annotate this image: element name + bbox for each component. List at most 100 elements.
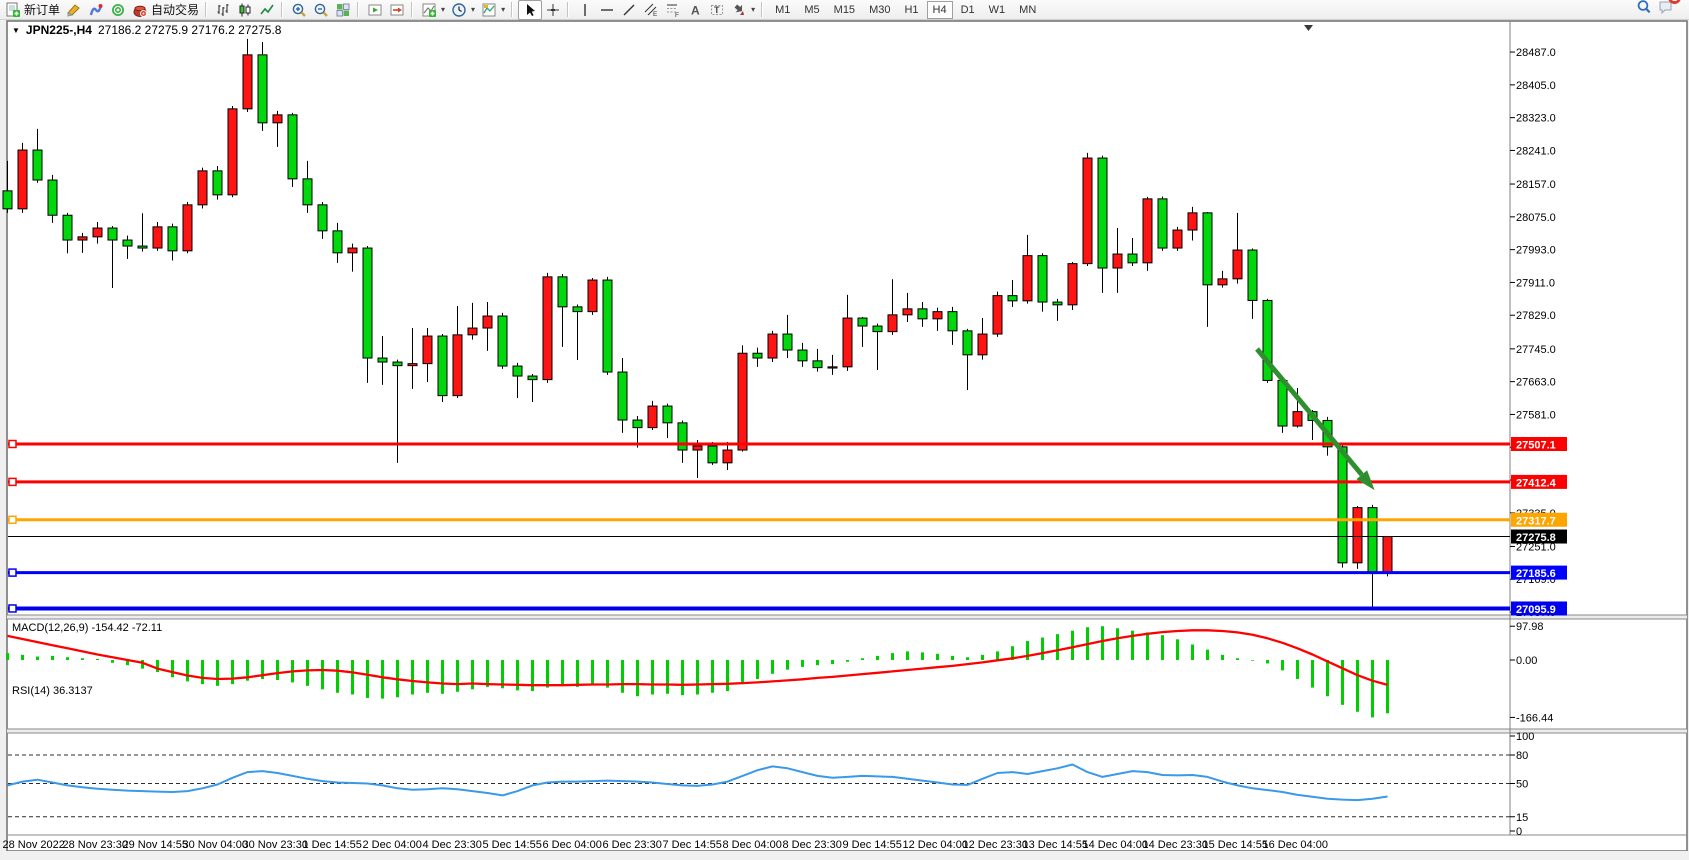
- text-label-icon: T: [709, 2, 725, 18]
- time-axis-label: 1 Dec 14:55: [303, 839, 362, 851]
- chart-shift-icon: [389, 2, 405, 18]
- svg-text:27911.0: 27911.0: [1516, 277, 1555, 289]
- svg-text:-166.44: -166.44: [1516, 712, 1553, 724]
- svg-text:27663.0: 27663.0: [1516, 377, 1556, 389]
- templates-icon: [481, 2, 497, 18]
- time-axis-label: 8 Dec 04:00: [723, 839, 782, 851]
- tile-windows-button[interactable]: [332, 1, 354, 19]
- svg-text:80: 80: [1516, 750, 1528, 762]
- svg-text:28323.0: 28323.0: [1516, 113, 1556, 125]
- cursor-button[interactable]: [518, 0, 542, 20]
- chevron-down-icon[interactable]: ▼: [12, 26, 20, 35]
- auto-scroll-button[interactable]: [364, 1, 386, 19]
- autotrade-button-label: 自动交易: [151, 1, 199, 18]
- search-icon[interactable]: [1636, 0, 1652, 20]
- time-axis-label: 12 Dec 23:30: [963, 839, 1028, 851]
- time-axis-label: 7 Dec 14:55: [663, 839, 722, 851]
- timeframe-d1-button[interactable]: D1: [955, 1, 981, 19]
- toolbar-separator: [205, 2, 207, 17]
- broadcast-icon: [110, 2, 126, 18]
- timeframe-m1-button[interactable]: M1: [769, 1, 796, 19]
- templates-button[interactable]: ▾: [478, 1, 508, 19]
- bar-chart-button[interactable]: [212, 1, 234, 19]
- profiles-button[interactable]: [85, 1, 107, 19]
- periods-button[interactable]: ▾: [448, 1, 478, 19]
- chevron-down-icon[interactable]: ▾: [441, 5, 445, 14]
- chevron-down-icon[interactable]: ▾: [501, 5, 505, 14]
- trendline-button[interactable]: [618, 1, 640, 19]
- svg-text:50: 50: [1516, 779, 1528, 791]
- line-handle[interactable]: [9, 605, 16, 612]
- arrows-icon: [731, 2, 747, 18]
- fibonacci-icon: F: [665, 2, 681, 18]
- line-handle[interactable]: [9, 569, 16, 576]
- chevron-down-icon[interactable]: ▾: [471, 5, 475, 14]
- equidistant-channel-button[interactable]: E: [640, 1, 662, 19]
- timeframe-h1-button[interactable]: H1: [898, 1, 924, 19]
- svg-text:0: 0: [1516, 826, 1522, 838]
- svg-text:27829.0: 27829.0: [1516, 310, 1556, 322]
- line-handle[interactable]: [9, 516, 16, 523]
- timeframe-m15-button[interactable]: M15: [828, 1, 861, 19]
- time-axis-label: 14 Dec 04:00: [1083, 839, 1148, 851]
- time-axis-label: 13 Dec 14:55: [1023, 839, 1088, 851]
- broadcast-button[interactable]: [107, 1, 129, 19]
- text-button[interactable]: A: [684, 1, 706, 19]
- svg-text:27581.0: 27581.0: [1516, 409, 1556, 421]
- arrows-button[interactable]: ▾: [728, 1, 758, 19]
- crosshair-button[interactable]: [542, 1, 564, 19]
- svg-text:T: T: [714, 5, 720, 15]
- auto-scroll-icon: [367, 2, 383, 18]
- autotrade-button[interactable]: 自动交易: [129, 0, 202, 19]
- line-handle[interactable]: [9, 478, 16, 485]
- chart-shift-button[interactable]: [386, 1, 408, 19]
- bar-chart-icon: [215, 2, 231, 18]
- horizontal-line-button[interactable]: [596, 1, 618, 19]
- highlighter-button[interactable]: [63, 1, 85, 19]
- candle-chart-button[interactable]: [234, 1, 256, 19]
- svg-text:0.00: 0.00: [1516, 655, 1537, 667]
- chevron-down-icon[interactable]: ▾: [751, 5, 755, 14]
- rsi-label: RSI(14) 36.3137: [12, 685, 93, 697]
- timeframe-h4-button[interactable]: H4: [927, 1, 953, 19]
- timeframe-m30-button[interactable]: M30: [863, 1, 896, 19]
- svg-text:E: E: [653, 11, 658, 18]
- timeframe-mn-button[interactable]: MN: [1013, 1, 1042, 19]
- trendline-icon: [621, 2, 637, 18]
- time-axis-label: 15 Dec 14:55: [1203, 839, 1268, 851]
- svg-text:15: 15: [1516, 812, 1528, 824]
- time-axis[interactable]: 28 Nov 202228 Nov 23:3029 Nov 14:5530 No…: [3, 839, 1328, 851]
- crosshair-icon: [545, 2, 561, 18]
- svg-text:27095.9: 27095.9: [1516, 604, 1556, 616]
- toolbar-separator: [281, 2, 283, 17]
- time-axis-label: 30 Nov 23:30: [243, 839, 308, 851]
- vertical-line-button[interactable]: [574, 1, 596, 19]
- channel-icon: E: [643, 2, 659, 18]
- fibonacci-button[interactable]: F: [662, 1, 684, 19]
- svg-text:27993.0: 27993.0: [1516, 245, 1556, 257]
- svg-text:27412.4: 27412.4: [1516, 477, 1557, 489]
- pane-splitter[interactable]: [7, 729, 1687, 733]
- line-chart-button[interactable]: [256, 1, 278, 19]
- line-handle[interactable]: [9, 441, 16, 448]
- toolbar-separator: [761, 2, 763, 17]
- text-label-button[interactable]: T: [706, 1, 728, 19]
- periods-icon: [451, 2, 467, 18]
- timeframe-m5-button[interactable]: M5: [798, 1, 825, 19]
- time-axis-label: 8 Dec 23:30: [783, 839, 842, 851]
- indicators-button[interactable]: ▾: [418, 1, 448, 19]
- toolbar-separator: [411, 2, 413, 17]
- chart-area[interactable]: 28487.028405.028323.028241.028157.028075…: [0, 0, 1689, 860]
- svg-text:27507.1: 27507.1: [1516, 440, 1556, 452]
- zoom-out-icon: [313, 2, 329, 18]
- zoom-in-button[interactable]: [288, 1, 310, 19]
- svg-text:28487.0: 28487.0: [1516, 47, 1556, 59]
- notifications-button[interactable]: 1: [1658, 0, 1681, 20]
- time-axis-label: 9 Dec 14:55: [843, 839, 902, 851]
- zoom-out-button[interactable]: [310, 1, 332, 19]
- pane-splitter[interactable]: [7, 615, 1687, 619]
- timeframe-w1-button[interactable]: W1: [983, 1, 1012, 19]
- indicators-icon: [421, 2, 437, 18]
- symbol-period-label: JPN225-,H4: [26, 23, 92, 37]
- new-order-button[interactable]: 新订单: [2, 0, 63, 19]
